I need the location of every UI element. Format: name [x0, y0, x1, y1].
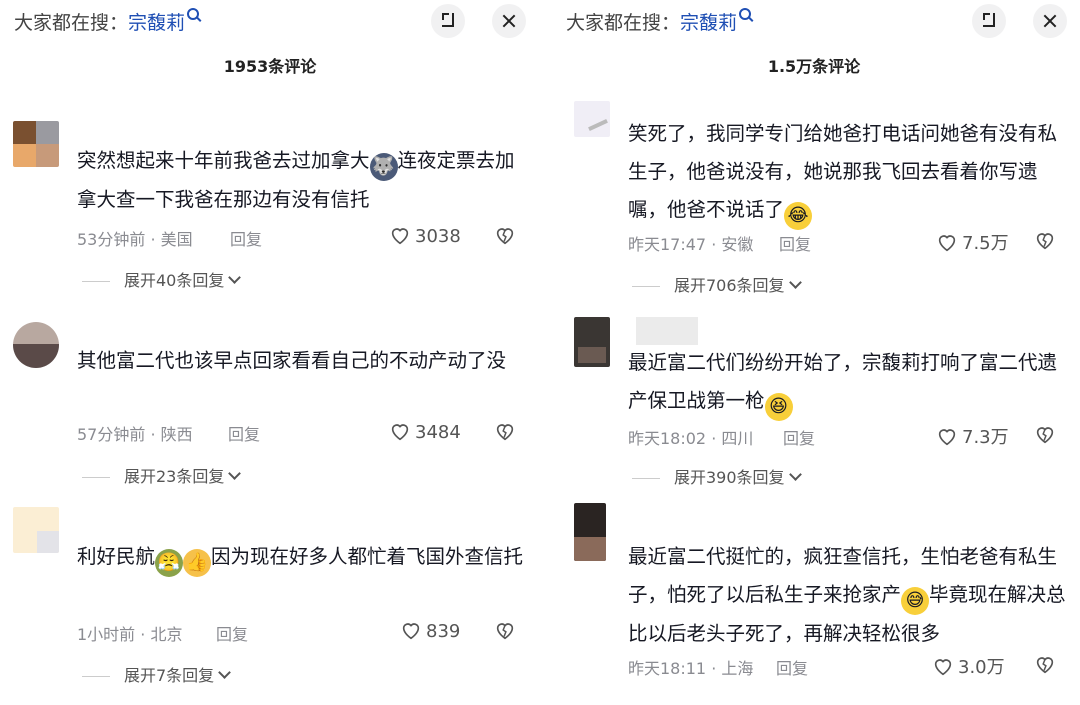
- avatar[interactable]: [574, 317, 610, 367]
- trending-search[interactable]: 大家都在搜：宗馥莉: [14, 8, 200, 35]
- fullscreen-button[interactable]: [431, 4, 465, 38]
- laughing-emoji-icon: 😆: [764, 393, 793, 421]
- search-prefix: 大家都在搜：: [566, 12, 681, 34]
- chevron-down-icon: [788, 468, 802, 481]
- comment-time-location: 1小时前 · 北京: [77, 625, 183, 644]
- comment-text: 最近富二代们纷纷开始了，宗馥莉打响了富二代遗产保卫战第一枪 😆: [628, 344, 1068, 421]
- search-prefix: 大家都在搜：: [14, 12, 129, 34]
- avatar[interactable]: [13, 322, 59, 368]
- search-keyword[interactable]: 宗馥莉: [128, 12, 185, 34]
- chevron-down-icon: [788, 276, 802, 289]
- broken-heart-icon[interactable]: [494, 619, 516, 641]
- avatar[interactable]: [574, 101, 610, 137]
- chevron-down-icon: [218, 666, 232, 679]
- heart-icon: [938, 429, 956, 446]
- close-button[interactable]: [492, 4, 526, 38]
- divider-line: [82, 477, 110, 478]
- like-button[interactable]: 7.3万: [936, 423, 1009, 449]
- like-count: 3038: [415, 226, 461, 247]
- reply-button[interactable]: 回复: [776, 655, 808, 679]
- broken-heart-icon[interactable]: [1034, 423, 1056, 445]
- username-placeholder[interactable]: [636, 317, 698, 345]
- comment-text: 笑死了，我同学专门给她爸打电话问她爸有没有私生子，他爸说没有，她说那我飞回去看着…: [628, 115, 1068, 230]
- comment-text: 最近富二代挺忙的，疯狂查信托，生怕老爸有私生子，怕死了以后私生子来抢家产 😅 毕竟现…: [628, 545, 1066, 645]
- broken-heart-icon[interactable]: [494, 420, 516, 442]
- like-button[interactable]: 3.0万: [932, 653, 1005, 679]
- trending-search[interactable]: 大家都在搜：宗馥莉: [566, 8, 752, 35]
- avatar[interactable]: [574, 503, 606, 561]
- avatar[interactable]: [13, 507, 59, 553]
- search-icon: [739, 8, 752, 20]
- close-button[interactable]: [1033, 4, 1067, 38]
- like-count: 7.5万: [962, 233, 1009, 254]
- laughing-crying-emoji-icon: 😂: [784, 202, 813, 230]
- fullscreen-button[interactable]: [972, 4, 1006, 38]
- right-comments-panel: 大家都在搜：宗馥莉 1.5万条评论 笑死了，我同学专门给她爸打电话问她爸有没有私…: [548, 0, 1080, 705]
- divider-line: [82, 281, 110, 282]
- heart-icon: [934, 659, 952, 676]
- top-bar: 大家都在搜：宗馥莉: [0, 0, 540, 44]
- comment-text: 利好民航 😤 👍 因为现在好多人都忙着飞国外查信托: [77, 538, 527, 577]
- reply-button[interactable]: 回复: [779, 231, 811, 255]
- expand-replies-button[interactable]: 展开7条回复: [82, 662, 232, 686]
- like-count: 3484: [415, 422, 461, 443]
- comment-time-location: 57分钟前 · 陕西: [77, 425, 193, 444]
- like-button[interactable]: 7.5万: [936, 229, 1009, 255]
- like-button[interactable]: 3038: [389, 224, 461, 247]
- comment-time-location: 昨天17:47 · 安徽: [628, 235, 754, 254]
- comment-count: 1953条评论: [223, 57, 317, 76]
- soldier-emoji-icon: 😤: [155, 549, 184, 577]
- like-count: 3.0万: [958, 657, 1005, 678]
- heart-icon: [391, 424, 409, 441]
- heart-icon: [402, 623, 420, 640]
- reply-button[interactable]: 回复: [783, 425, 815, 449]
- heart-icon: [391, 228, 409, 245]
- left-comments-panel: 大家都在搜：宗馥莉 1953条评论 突然想起来十年前我爸去过加拿大 🐺 连夜定票去加…: [0, 0, 540, 705]
- comment-count: 1.5万条评论: [767, 57, 861, 76]
- comment-time-location: 昨天18:02 · 四川: [628, 429, 754, 448]
- chevron-down-icon: [228, 271, 242, 284]
- like-button[interactable]: 3484: [389, 420, 461, 443]
- comment-time-location: 昨天18:11 · 上海: [628, 659, 754, 678]
- thumbs-up-icon: 👍: [183, 549, 212, 577]
- expand-replies-button[interactable]: 展开23条回复: [82, 463, 242, 487]
- reply-button[interactable]: 回复: [228, 421, 260, 445]
- divider-line: [632, 286, 660, 287]
- expand-replies-button[interactable]: 展开40条回复: [82, 267, 242, 291]
- expand-replies-button[interactable]: 展开390条回复: [632, 464, 802, 488]
- grinning-sweat-emoji-icon: 😅: [901, 587, 930, 615]
- comment-text: 突然想起来十年前我爸去过加拿大 🐺 连夜定票去加拿大查一下我爸在那边有没有信托: [77, 149, 515, 211]
- like-count: 7.3万: [962, 427, 1009, 448]
- panel-divider: [540, 0, 548, 705]
- avatar[interactable]: [13, 121, 59, 167]
- search-keyword[interactable]: 宗馥莉: [680, 12, 737, 34]
- comment-text: 其他富二代也该早点回家看看自己的不动产动了没: [77, 349, 507, 372]
- like-count: 839: [426, 621, 461, 642]
- divider-line: [632, 478, 660, 479]
- broken-heart-icon[interactable]: [494, 224, 516, 246]
- heart-icon: [938, 235, 956, 252]
- broken-heart-icon[interactable]: [1034, 653, 1056, 675]
- chevron-down-icon: [228, 467, 242, 480]
- divider-line: [82, 676, 110, 677]
- reply-button[interactable]: 回复: [230, 226, 262, 250]
- like-button[interactable]: 839: [400, 619, 460, 642]
- reply-button[interactable]: 回复: [216, 621, 248, 645]
- search-icon: [187, 8, 200, 20]
- broken-heart-icon[interactable]: [1034, 229, 1056, 251]
- top-bar: 大家都在搜：宗馥莉: [548, 0, 1080, 44]
- comment-time-location: 53分钟前 · 美国: [77, 230, 193, 249]
- expand-replies-button[interactable]: 展开706条回复: [632, 272, 802, 296]
- wolf-emoji-icon: 🐺: [369, 153, 398, 181]
